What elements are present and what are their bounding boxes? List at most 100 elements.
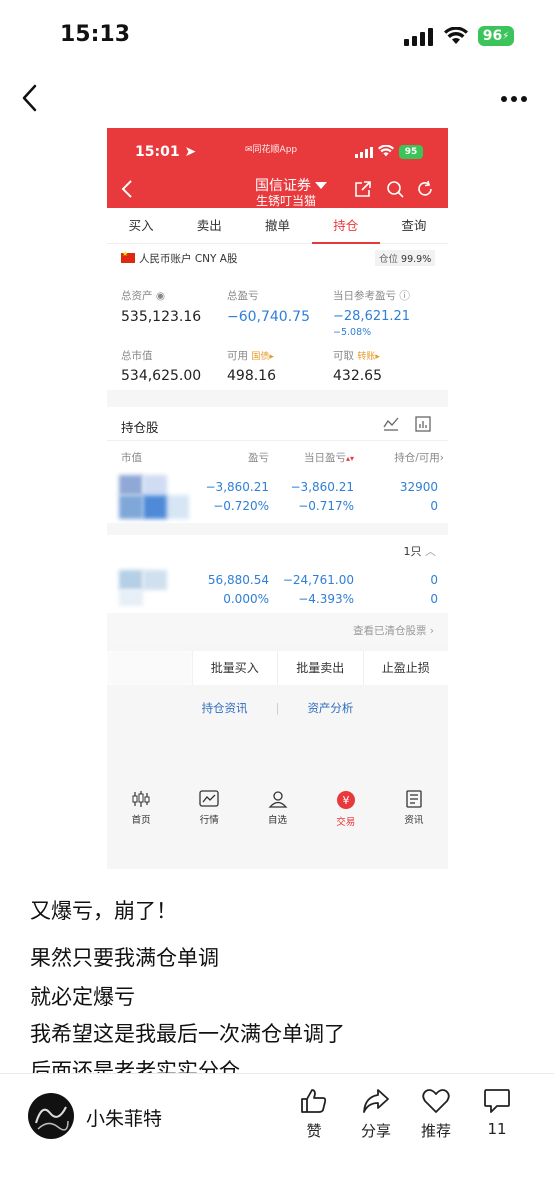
position-ratio-badge: 仓位 99.9% <box>375 250 436 266</box>
share-button[interactable]: 分享 <box>346 1088 406 1141</box>
market-chart-icon <box>199 790 219 807</box>
row2-pl-pct: 0.000% <box>223 592 269 606</box>
nav-watchlist[interactable]: 自选 <box>243 790 311 846</box>
tab-buy[interactable]: 买入 <box>107 208 175 243</box>
col-position[interactable]: 持仓/可用› <box>394 450 444 465</box>
section-count[interactable]: 1只 ︿ <box>404 543 437 559</box>
redacted-block <box>143 570 167 590</box>
post-text-line: 就必定爆亏 <box>30 985 135 1009</box>
thumbs-up-icon <box>301 1089 327 1113</box>
col-market-value[interactable]: 市值 <box>121 450 142 465</box>
share-icon[interactable] <box>354 180 372 198</box>
signal-icon <box>404 28 433 46</box>
redacted-block <box>167 495 189 519</box>
redacted-area <box>107 651 192 685</box>
refresh-icon[interactable] <box>416 180 434 198</box>
post-text-line: 我希望这是我最后一次满仓单调了 <box>30 1022 345 1046</box>
embedded-screenshot: 15:01 ➤ ✉同花顺App 95 国信证券 生锈叮当猫 买入 卖出 撤单 持… <box>107 128 448 869</box>
row2-qty: 0 <box>430 573 438 587</box>
tab-sell[interactable]: 卖出 <box>175 208 243 243</box>
nav-market[interactable]: 行情 <box>175 790 243 846</box>
holdings-header: 持仓股 <box>107 407 448 441</box>
treasury-link[interactable]: 国债▸ <box>251 352 274 362</box>
available-value: 498.16 <box>227 368 276 384</box>
recommend-button[interactable]: 推荐 <box>406 1088 466 1141</box>
nav-trade[interactable]: ¥ 交易 <box>312 790 380 846</box>
line-chart-icon[interactable] <box>383 417 399 431</box>
batch-actions: 批量买入 批量卖出 止盈止损 <box>107 651 448 685</box>
comment-count: 11 <box>487 1120 507 1138</box>
row2-avail: 0 <box>430 592 438 606</box>
cleared-stocks-label: 查看已清仓股票 › <box>352 625 434 637</box>
comment-button[interactable]: 11 <box>467 1088 527 1138</box>
row2-day-pl: −24,761.00 <box>282 573 354 587</box>
status-time: 15:13 <box>60 22 131 47</box>
holding-news-link[interactable]: 持仓资讯 <box>202 693 248 723</box>
row2-pl: 56,880.54 <box>207 573 269 587</box>
avatar-image <box>35 1106 69 1131</box>
post-text-line: 后面还是老老实实分仓 <box>30 1059 240 1074</box>
asset-analysis-link[interactable]: 资产分析 <box>307 693 353 723</box>
back-arrow-icon[interactable] <box>20 84 40 112</box>
account-dropdown-icon[interactable] <box>315 182 327 189</box>
info-icon[interactable]: ⓘ <box>399 290 410 302</box>
link-separator: | <box>275 701 280 715</box>
redacted-block <box>119 590 143 606</box>
total-assets-label: 总资产 ◉ <box>121 290 166 302</box>
cleared-stocks-link[interactable]: 查看已清仓股票 › <box>107 613 448 645</box>
battery-indicator: 96 ⚡ <box>478 26 514 46</box>
redacted-block <box>143 475 167 495</box>
holdings-column-header: 市值 盈亏 当日盈亏▴▾ 持仓/可用› <box>107 441 448 473</box>
inner-signal-icon <box>355 147 373 158</box>
table-view-icon[interactable] <box>415 416 431 432</box>
wifi-icon <box>444 27 468 44</box>
heart-icon <box>422 1089 450 1113</box>
divider <box>0 1073 554 1074</box>
redacted-block <box>143 495 167 519</box>
total-assets-value: 535,123.16 <box>121 309 202 325</box>
account-label: 人民币账户 CNY A股 <box>139 253 238 265</box>
inner-battery: 95 <box>399 145 423 159</box>
chevron-up-icon: ︿ <box>425 545 436 558</box>
account-bar: 人民币账户 CNY A股 仓位 99.9% <box>107 244 448 273</box>
withdrawable-value: 432.65 <box>333 368 382 384</box>
market-value-value: 534,625.00 <box>121 368 202 384</box>
daily-pl-value: −28,621.21 −5.08% <box>333 309 411 338</box>
take-profit-stop-loss-button[interactable]: 止盈止损 <box>362 651 449 685</box>
col-pl[interactable]: 盈亏 <box>248 450 269 465</box>
inner-status-time: 15:01 ➤ <box>135 144 197 160</box>
holding-row[interactable]: −3,860.21 −0.720% −3,860.21 −0.717% 3290… <box>107 473 448 523</box>
holdings-title: 持仓股 <box>121 420 159 435</box>
author-name[interactable]: 小朱菲特 <box>86 1104 162 1131</box>
svg-text:¥: ¥ <box>342 794 349 807</box>
row1-pl: −3,860.21 <box>205 480 270 494</box>
section-header[interactable]: 1只 ︿ <box>107 535 448 567</box>
nav-news[interactable]: 资讯 <box>380 790 448 846</box>
search-icon[interactable] <box>386 180 404 198</box>
avatar[interactable] <box>28 1093 74 1139</box>
col-daily-pl[interactable]: 当日盈亏▴▾ <box>304 450 354 465</box>
inner-back-icon[interactable] <box>121 180 133 198</box>
transfer-link[interactable]: 转账▸ <box>357 352 380 362</box>
available-label: 可用 国债▸ <box>227 350 274 362</box>
like-button[interactable]: 赞 <box>284 1088 344 1141</box>
eye-icon[interactable]: ◉ <box>156 290 165 302</box>
post-title: 又爆亏，崩了！ <box>30 899 177 923</box>
nav-home[interactable]: 首页 <box>107 790 175 846</box>
tab-cancel[interactable]: 撤单 <box>243 208 311 243</box>
section-gap <box>107 523 448 535</box>
holding-row[interactable]: 56,880.54 0.000% −24,761.00 −4.393% 0 0 <box>107 567 448 613</box>
batch-sell-button[interactable]: 批量卖出 <box>277 651 363 685</box>
redacted-stock-name <box>119 475 143 495</box>
tab-positions[interactable]: 持仓 <box>311 208 381 244</box>
batch-buy-button[interactable]: 批量买入 <box>191 651 278 685</box>
post-text-line: 果然只要我满仓单调 <box>30 946 219 970</box>
row1-day-pl-pct: −0.717% <box>298 499 354 513</box>
row1-avail: 0 <box>430 499 438 513</box>
more-icon[interactable] <box>500 95 528 103</box>
asset-summary: 总资产 ◉ 535,123.16 总盈亏 −60,740.75 当日参考盈亏 ⓘ… <box>107 273 448 390</box>
document-icon <box>406 790 422 808</box>
row1-pl-pct: −0.720% <box>213 499 269 513</box>
tab-query[interactable]: 查询 <box>380 208 448 243</box>
yuan-icon: ¥ <box>336 791 355 809</box>
